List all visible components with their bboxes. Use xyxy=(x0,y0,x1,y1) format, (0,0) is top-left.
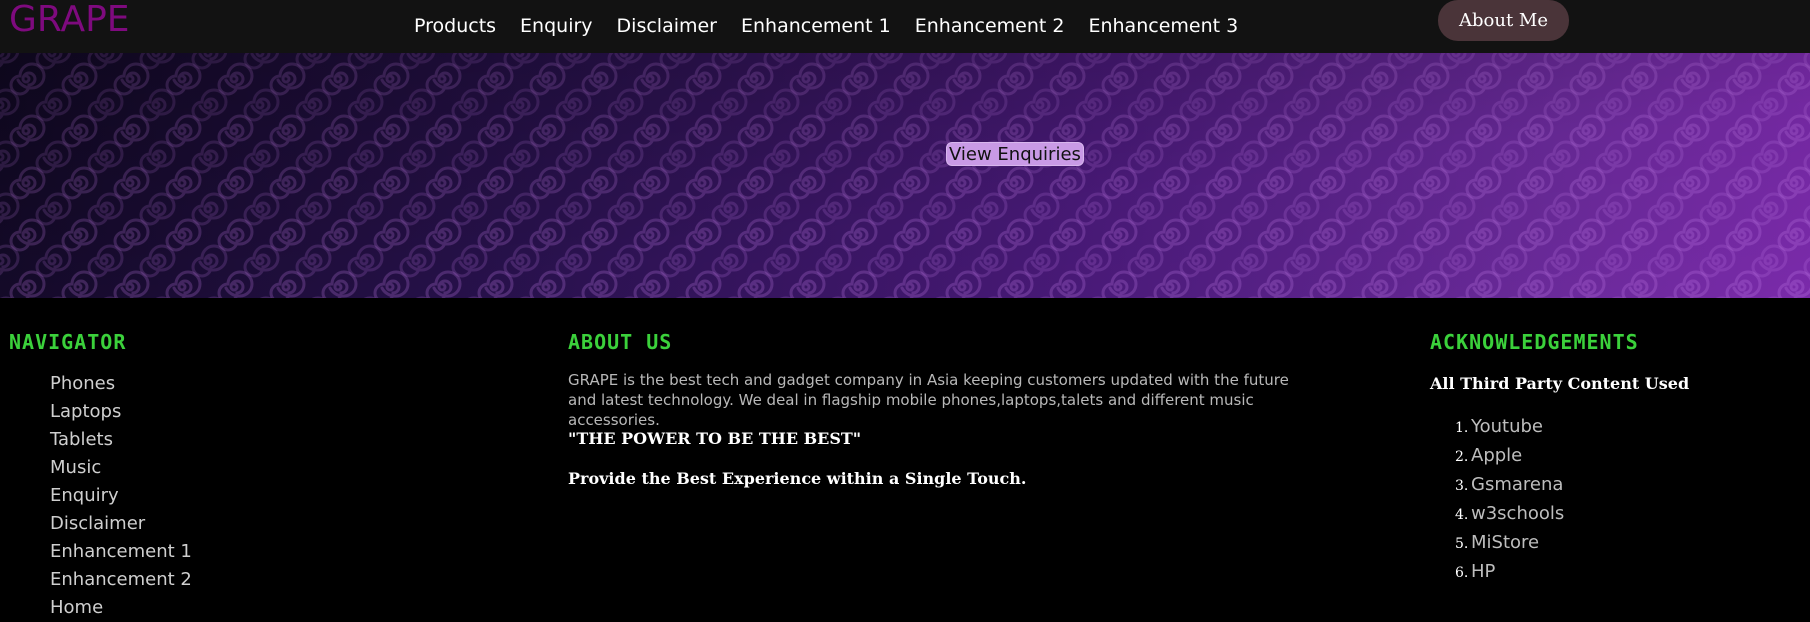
navigator-item-phones[interactable]: Phones xyxy=(50,370,192,398)
navigator-heading: NAVIGATOR xyxy=(9,330,127,354)
nav-link-enquiry[interactable]: Enquiry xyxy=(520,13,592,39)
list-number: 2. xyxy=(1455,449,1469,465)
list-number: 4. xyxy=(1455,507,1469,523)
ack-link-youtube[interactable]: Youtube xyxy=(1471,413,1543,441)
about-us-heading: ABOUT US xyxy=(568,330,673,354)
ack-item-w3schools: 4. w3schools xyxy=(1455,500,1564,529)
ack-item-hp: 6. HP xyxy=(1455,558,1564,587)
navigator-item-enhancement-1[interactable]: Enhancement 1 xyxy=(50,538,192,566)
acknowledgements-list: 1. Youtube 2. Apple 3. Gsmarena 4. w3schools… xyxy=(1455,413,1564,587)
ack-link-hp[interactable]: HP xyxy=(1471,558,1495,586)
ack-item-youtube: 1. Youtube xyxy=(1455,413,1564,442)
swirl-pattern-background xyxy=(0,53,1810,298)
ack-item-mistore: 5. MiStore xyxy=(1455,529,1564,558)
nav-link-products[interactable]: Products xyxy=(414,13,496,39)
about-us-quote: "THE POWER TO BE THE BEST" xyxy=(568,429,862,448)
nav-link-disclaimer[interactable]: Disclaimer xyxy=(617,13,717,39)
about-me-button[interactable]: About Me xyxy=(1438,0,1569,41)
about-us-tagline: Provide the Best Experience within a Sin… xyxy=(568,469,1027,488)
navigator-item-home[interactable]: Home xyxy=(50,594,192,622)
list-number: 1. xyxy=(1455,420,1469,436)
list-number: 5. xyxy=(1455,536,1469,552)
nav-link-enhancement-2[interactable]: Enhancement 2 xyxy=(915,13,1065,39)
about-us-description: GRAPE is the best tech and gadget compan… xyxy=(568,371,1289,429)
navigator-list: Phones Laptops Tablets Music Enquiry Dis… xyxy=(50,370,192,622)
ack-link-mistore[interactable]: MiStore xyxy=(1471,529,1539,557)
view-enquiries-button[interactable]: View Enquiries xyxy=(946,142,1084,166)
hero-banner: View Enquiries xyxy=(0,53,1810,298)
navigator-item-enhancement-2[interactable]: Enhancement 2 xyxy=(50,566,192,594)
ack-item-apple: 2. Apple xyxy=(1455,442,1564,471)
navigator-item-disclaimer[interactable]: Disclaimer xyxy=(50,510,192,538)
nav-link-enhancement-3[interactable]: Enhancement 3 xyxy=(1088,13,1238,39)
ack-item-gsmarena: 3. Gsmarena xyxy=(1455,471,1564,500)
navigator-item-enquiry[interactable]: Enquiry xyxy=(50,482,192,510)
nav-link-enhancement-1[interactable]: Enhancement 1 xyxy=(741,13,891,39)
ack-link-gsmarena[interactable]: Gsmarena xyxy=(1471,471,1563,499)
ack-link-w3schools[interactable]: w3schools xyxy=(1471,500,1564,528)
navigator-item-music[interactable]: Music xyxy=(50,454,192,482)
site-logo[interactable]: GRAPE xyxy=(9,0,130,42)
navigator-item-laptops[interactable]: Laptops xyxy=(50,398,192,426)
list-number: 6. xyxy=(1455,565,1469,581)
main-nav: Products Enquiry Disclaimer Enhancement … xyxy=(414,13,1238,39)
list-number: 3. xyxy=(1455,478,1469,494)
acknowledgements-subtitle: All Third Party Content Used xyxy=(1430,374,1690,393)
ack-link-apple[interactable]: Apple xyxy=(1471,442,1522,470)
navigator-item-tablets[interactable]: Tablets xyxy=(50,426,192,454)
top-navbar: GRAPE Products Enquiry Disclaimer Enhanc… xyxy=(0,0,1810,53)
acknowledgements-heading: ACKNOWLEDGEMENTS xyxy=(1430,330,1639,354)
